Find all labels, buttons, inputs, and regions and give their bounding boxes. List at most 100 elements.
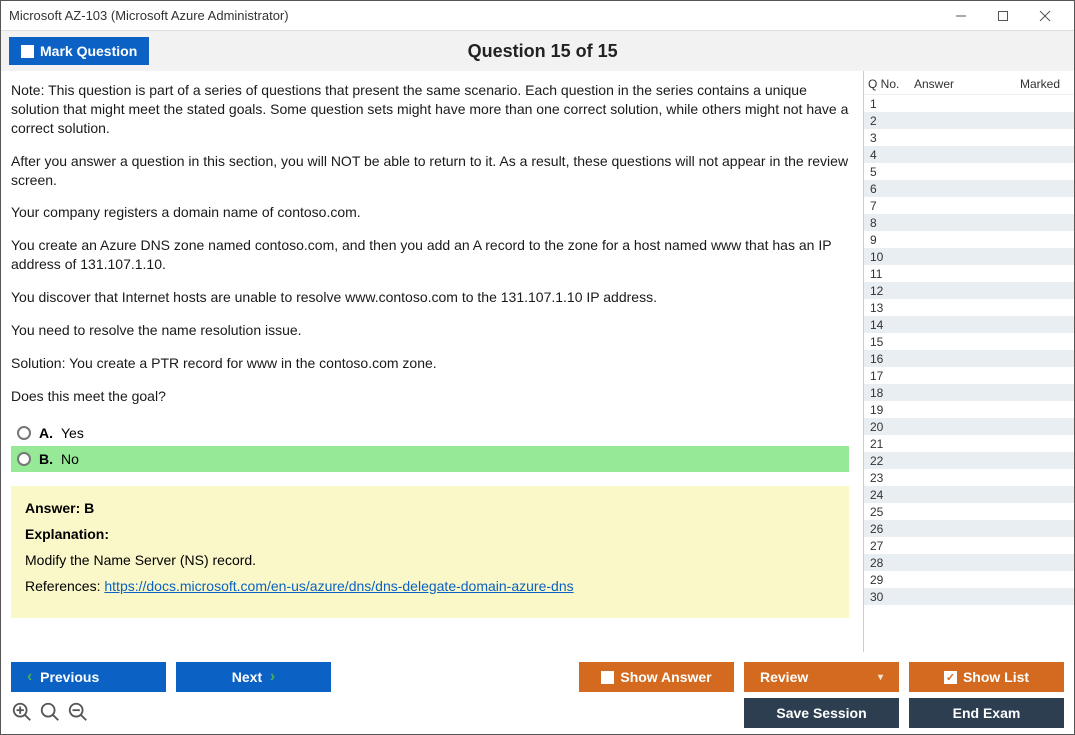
question-scroll[interactable]: Note: This question is part of a series … <box>1 71 863 652</box>
list-item[interactable]: 4 <box>864 146 1074 163</box>
list-item[interactable]: 12 <box>864 282 1074 299</box>
zoom-controls <box>11 701 89 726</box>
list-item[interactable]: 6 <box>864 180 1074 197</box>
list-item[interactable]: 5 <box>864 163 1074 180</box>
footer: ‹ Previous Next › Show Answer Review ▾ ✓… <box>1 652 1074 734</box>
question-text: Note: This question is part of a series … <box>11 81 849 406</box>
next-label: Next <box>232 669 262 685</box>
list-item[interactable]: 15 <box>864 333 1074 350</box>
list-item[interactable]: 11 <box>864 265 1074 282</box>
chevron-left-icon: ‹ <box>27 668 32 686</box>
list-item[interactable]: 23 <box>864 469 1074 486</box>
titlebar: Microsoft AZ-103 (Microsoft Azure Admini… <box>1 1 1074 31</box>
list-item[interactable]: 21 <box>864 435 1074 452</box>
list-item[interactable]: 27 <box>864 537 1074 554</box>
window-title: Microsoft AZ-103 (Microsoft Azure Admini… <box>9 8 940 23</box>
list-item[interactable]: 22 <box>864 452 1074 469</box>
list-item[interactable]: 18 <box>864 384 1074 401</box>
minimize-button[interactable] <box>940 2 982 30</box>
question-heading: Question 15 of 15 <box>149 41 936 62</box>
body: Note: This question is part of a series … <box>1 71 1074 652</box>
list-item[interactable]: 19 <box>864 401 1074 418</box>
list-item[interactable]: 28 <box>864 554 1074 571</box>
zoom-reset-icon[interactable] <box>39 701 61 726</box>
toolbar: Mark Question Question 15 of 15 <box>1 31 1074 71</box>
review-button[interactable]: Review ▾ <box>744 662 899 692</box>
header-marked: Marked <box>1014 77 1070 90</box>
next-button[interactable]: Next › <box>176 662 331 692</box>
end-exam-label: End Exam <box>953 705 1021 721</box>
list-item[interactable]: 13 <box>864 299 1074 316</box>
window-controls <box>940 2 1066 30</box>
options-list: A. YesB. No <box>11 420 849 472</box>
question-paragraph: Note: This question is part of a series … <box>11 81 849 138</box>
references-label: References: <box>25 578 104 594</box>
header-answer: Answer <box>914 77 1014 90</box>
mark-question-button[interactable]: Mark Question <box>9 37 149 65</box>
question-paragraph: You discover that Internet hosts are una… <box>11 288 849 307</box>
list-item[interactable]: 1 <box>864 95 1074 112</box>
save-session-button[interactable]: Save Session <box>744 698 899 728</box>
question-paragraph: After you answer a question in this sect… <box>11 152 849 190</box>
option-text: No <box>61 451 79 467</box>
list-item[interactable]: 16 <box>864 350 1074 367</box>
reference-link[interactable]: https://docs.microsoft.com/en-us/azure/d… <box>104 578 573 594</box>
list-item[interactable]: 30 <box>864 588 1074 605</box>
mark-question-label: Mark Question <box>40 43 137 59</box>
radio-icon <box>17 426 31 440</box>
button-row: ‹ Previous Next › Show Answer Review ▾ ✓… <box>1 652 1074 698</box>
close-button[interactable] <box>1024 2 1066 30</box>
question-paragraph: You need to resolve the name resolution … <box>11 321 849 340</box>
list-item[interactable]: 3 <box>864 129 1074 146</box>
option-letter: A. <box>39 425 53 441</box>
zoom-out-icon[interactable] <box>67 701 89 726</box>
list-item[interactable]: 8 <box>864 214 1074 231</box>
checkbox-icon <box>21 45 34 58</box>
list-item[interactable]: 29 <box>864 571 1074 588</box>
list-item[interactable]: 24 <box>864 486 1074 503</box>
review-label: Review <box>760 669 808 685</box>
option-letter: B. <box>39 451 53 467</box>
question-list-panel: Q No. Answer Marked 12345678910111213141… <box>864 71 1074 652</box>
show-list-label: Show List <box>963 669 1029 685</box>
question-panel: Note: This question is part of a series … <box>1 71 864 652</box>
radio-icon <box>17 452 31 466</box>
show-answer-button[interactable]: Show Answer <box>579 662 734 692</box>
list-item[interactable]: 7 <box>864 197 1074 214</box>
zoom-in-icon[interactable] <box>11 701 33 726</box>
explanation-text: Modify the Name Server (NS) record. <box>25 552 835 568</box>
previous-button[interactable]: ‹ Previous <box>11 662 166 692</box>
end-exam-button[interactable]: End Exam <box>909 698 1064 728</box>
list-item[interactable]: 25 <box>864 503 1074 520</box>
list-item[interactable]: 14 <box>864 316 1074 333</box>
checkbox-icon <box>601 671 614 684</box>
question-paragraph: Solution: You create a PTR record for ww… <box>11 354 849 373</box>
button-row-2: Save Session End Exam <box>1 698 1074 734</box>
question-paragraph: Your company registers a domain name of … <box>11 203 849 222</box>
list-item[interactable]: 26 <box>864 520 1074 537</box>
list-item[interactable]: 20 <box>864 418 1074 435</box>
question-paragraph: You create an Azure DNS zone named conto… <box>11 236 849 274</box>
list-item[interactable]: 17 <box>864 367 1074 384</box>
option-text: Yes <box>61 425 84 441</box>
side-list[interactable]: 1234567891011121314151617181920212223242… <box>864 95 1074 652</box>
references-line: References: https://docs.microsoft.com/e… <box>25 578 835 594</box>
app-window: Microsoft AZ-103 (Microsoft Azure Admini… <box>0 0 1075 735</box>
checkbox-checked-icon: ✓ <box>944 671 957 684</box>
question-paragraph: Does this meet the goal? <box>11 387 849 406</box>
option-row[interactable]: A. Yes <box>11 420 849 446</box>
maximize-button[interactable] <box>982 2 1024 30</box>
explanation-label: Explanation: <box>25 526 835 542</box>
list-item[interactable]: 2 <box>864 112 1074 129</box>
chevron-right-icon: › <box>270 668 275 686</box>
answer-line: Answer: B <box>25 500 835 516</box>
header-qno: Q No. <box>868 77 914 90</box>
side-header: Q No. Answer Marked <box>864 71 1074 95</box>
answer-box: Answer: B Explanation: Modify the Name S… <box>11 486 849 618</box>
list-item[interactable]: 10 <box>864 248 1074 265</box>
option-row[interactable]: B. No <box>11 446 849 472</box>
caret-down-icon: ▾ <box>878 672 883 683</box>
show-answer-label: Show Answer <box>620 669 711 685</box>
list-item[interactable]: 9 <box>864 231 1074 248</box>
show-list-button[interactable]: ✓ Show List <box>909 662 1064 692</box>
